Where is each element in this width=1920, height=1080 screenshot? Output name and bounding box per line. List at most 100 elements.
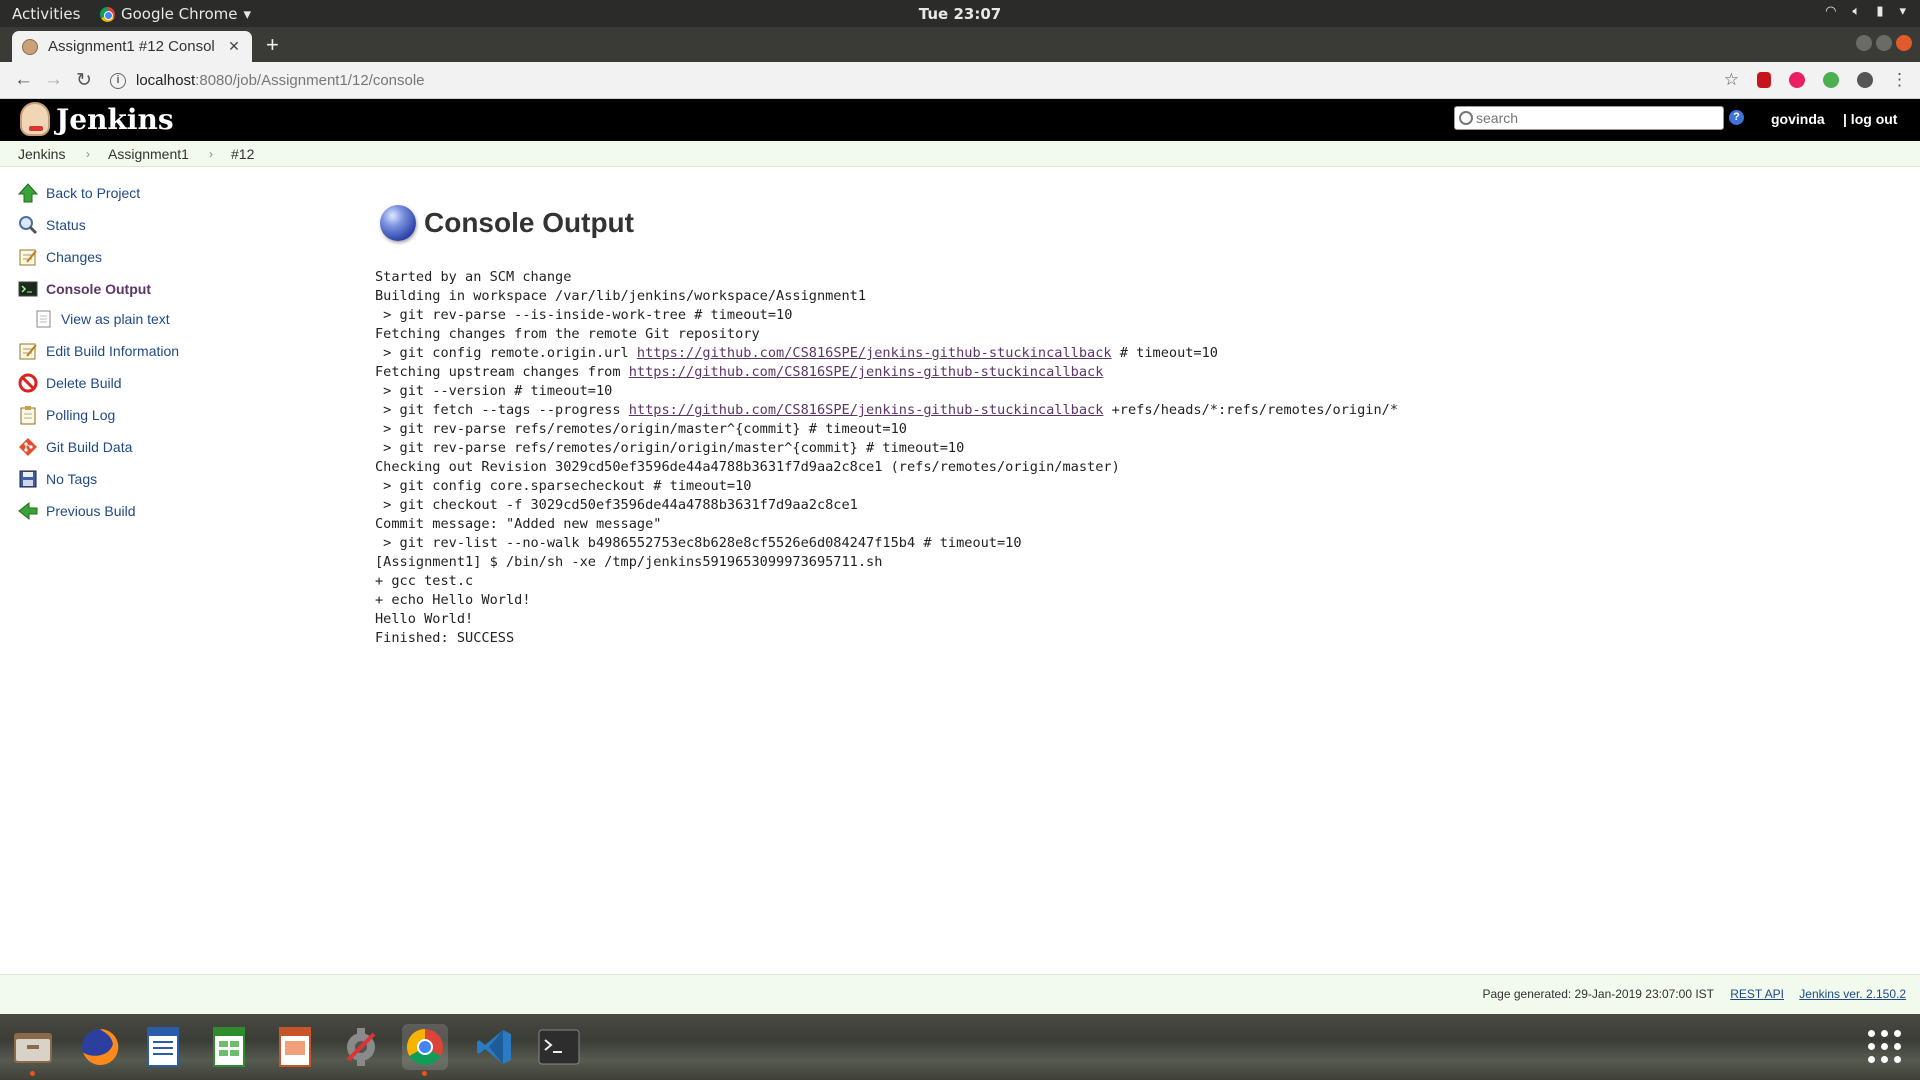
document-icon bbox=[33, 309, 53, 329]
jenkins-version-link[interactable]: Jenkins ver. 2.150.2 bbox=[1799, 987, 1906, 1001]
sidebar-item-view-plain-text[interactable]: View as plain text bbox=[33, 309, 170, 329]
system-tray[interactable]: ◠ 🔈︎ ▮ ▾ bbox=[1825, 4, 1906, 19]
back-icon[interactable]: ← bbox=[14, 69, 33, 91]
logout-link[interactable]: | log out bbox=[1843, 111, 1897, 127]
ublock-extension-icon[interactable] bbox=[1757, 72, 1771, 88]
jenkins-favicon-icon bbox=[22, 38, 38, 55]
terminal-icon[interactable] bbox=[536, 1024, 582, 1070]
up-arrow-icon bbox=[18, 183, 38, 203]
activities-button[interactable]: Activities bbox=[12, 5, 80, 23]
extension-icon[interactable] bbox=[1789, 72, 1805, 88]
git-icon bbox=[18, 437, 38, 457]
left-arrow-icon bbox=[18, 501, 38, 521]
jenkins-butler-icon bbox=[20, 102, 50, 136]
sidebar-item-label: Delete Build bbox=[46, 375, 122, 391]
sidebar-item-git-build-data[interactable]: Git Build Data bbox=[18, 437, 132, 457]
browser-menu-icon[interactable]: ⋮ bbox=[1891, 70, 1908, 90]
notepad-icon bbox=[18, 247, 38, 267]
search-input[interactable] bbox=[1476, 110, 1711, 126]
jenkins-logo[interactable]: Jenkins bbox=[20, 102, 174, 136]
console-line: Checking out Revision 3029cd50ef3596de44… bbox=[375, 459, 1120, 475]
sidebar-item-label: No Tags bbox=[46, 471, 98, 487]
rest-api-link[interactable]: REST API bbox=[1730, 987, 1784, 1001]
search-icon bbox=[1459, 111, 1473, 125]
breadcrumb-build[interactable]: #12 bbox=[231, 146, 254, 162]
username-link[interactable]: govinda bbox=[1771, 111, 1825, 127]
sidebar-item-edit-build-info[interactable]: Edit Build Information bbox=[18, 341, 179, 361]
help-icon[interactable]: ? bbox=[1729, 110, 1744, 125]
terminal-icon bbox=[18, 279, 38, 299]
console-line: > git rev-parse --is-inside-work-tree # … bbox=[375, 307, 793, 323]
sidebar-item-delete-build[interactable]: Delete Build bbox=[18, 373, 122, 393]
console-line: Fetching changes from the remote Git rep… bbox=[375, 326, 760, 342]
app-menu-label: Google Chrome bbox=[121, 5, 238, 23]
firefox-icon[interactable] bbox=[77, 1024, 123, 1070]
volume-icon: 🔈︎ bbox=[1852, 4, 1861, 19]
running-indicator bbox=[422, 1071, 427, 1076]
breadcrumb-jenkins[interactable]: Jenkins bbox=[18, 146, 65, 162]
page-title: Console Output bbox=[424, 207, 634, 238]
console-line: > git config core.sparsecheckout # timeo… bbox=[375, 478, 752, 494]
console-line: > git --version # timeout=10 bbox=[375, 383, 613, 399]
console-line: [Assignment1] $ /bin/sh -xe /tmp/jenkins… bbox=[375, 554, 883, 570]
console-line: > git fetch --tags --progress bbox=[375, 402, 629, 418]
file-manager-icon[interactable] bbox=[10, 1024, 56, 1076]
writer-icon[interactable] bbox=[140, 1024, 186, 1070]
console-line: Fetching upstream changes from bbox=[375, 364, 629, 380]
breadcrumb-assignment1[interactable]: Assignment1 bbox=[108, 146, 189, 162]
settings-icon[interactable] bbox=[338, 1024, 384, 1070]
sidebar-item-no-tags[interactable]: No Tags bbox=[18, 469, 97, 489]
sidebar-item-console-output[interactable]: Console Output bbox=[18, 279, 151, 299]
show-applications-icon[interactable] bbox=[1868, 1030, 1902, 1064]
sidebar-item-changes[interactable]: Changes bbox=[18, 247, 102, 267]
sidebar-item-previous-build[interactable]: Previous Build bbox=[18, 501, 136, 521]
dock bbox=[0, 1014, 1920, 1080]
repo-link[interactable]: https://github.com/CS816SPE/jenkins-gith… bbox=[629, 402, 1104, 418]
tab-strip: Assignment1 #12 Consol ✕ + bbox=[0, 27, 1920, 62]
sidebar-item-label: Edit Build Information bbox=[46, 343, 180, 359]
console-line: Hello World! bbox=[375, 611, 474, 627]
sidebar-item-label: Console Output bbox=[46, 281, 151, 297]
running-indicator bbox=[30, 1071, 35, 1076]
sidebar-item-back-to-project[interactable]: Back to Project bbox=[18, 183, 140, 203]
chrome-icon[interactable] bbox=[402, 1024, 448, 1076]
console-line: + echo Hello World! bbox=[375, 592, 531, 608]
console-line: Commit message: "Added new message" bbox=[375, 516, 662, 532]
repo-link[interactable]: https://github.com/CS816SPE/jenkins-gith… bbox=[629, 364, 1104, 380]
page-footer: Page generated: 29-Jan-2019 23:07:00 IST… bbox=[0, 974, 1920, 1014]
vscode-icon[interactable] bbox=[472, 1024, 518, 1070]
site-info-icon[interactable]: i bbox=[110, 72, 126, 89]
clock[interactable]: Tue 23:07 bbox=[0, 5, 1920, 23]
forward-icon[interactable]: → bbox=[44, 69, 63, 91]
search-box[interactable] bbox=[1454, 106, 1724, 130]
close-tab-icon[interactable]: ✕ bbox=[226, 38, 242, 55]
console-line: +refs/heads/*:refs/remotes/origin/* bbox=[1103, 402, 1399, 418]
maximize-icon[interactable] bbox=[1876, 35, 1892, 51]
sidebar-item-label: Previous Build bbox=[46, 503, 136, 519]
title-row: Console Output bbox=[380, 205, 634, 241]
bookmark-star-icon[interactable]: ☆ bbox=[1724, 70, 1739, 90]
browser-tab[interactable]: Assignment1 #12 Consol ✕ bbox=[12, 31, 252, 62]
console-line: > git rev-parse refs/remotes/origin/orig… bbox=[375, 440, 965, 456]
save-icon bbox=[18, 469, 38, 489]
sidebar-item-polling-log[interactable]: Polling Log bbox=[18, 405, 115, 425]
sidebar-item-label: Status bbox=[46, 217, 86, 233]
sidebar-item-status[interactable]: Status bbox=[18, 215, 86, 235]
window-controls bbox=[1856, 35, 1912, 51]
profile-avatar-icon[interactable] bbox=[1857, 72, 1873, 88]
console-line: > git rev-list --no-walk b4986552753ec8b… bbox=[375, 535, 1022, 551]
repo-link[interactable]: https://github.com/CS816SPE/jenkins-gith… bbox=[637, 345, 1112, 361]
minimize-icon[interactable] bbox=[1856, 35, 1872, 51]
reload-icon[interactable]: ↻ bbox=[76, 69, 92, 92]
impress-icon[interactable] bbox=[272, 1024, 318, 1070]
breadcrumb-separator-icon: › bbox=[86, 147, 90, 161]
extension-icon-2[interactable] bbox=[1823, 72, 1839, 88]
app-menu[interactable]: Google Chrome ▾ bbox=[100, 5, 251, 23]
address-bar[interactable]: i localhost:8080/job/Assignment1/12/cons… bbox=[110, 67, 1710, 94]
calc-icon[interactable] bbox=[206, 1024, 252, 1070]
chrome-icon bbox=[100, 6, 115, 22]
sidebar-item-label: View as plain text bbox=[61, 311, 170, 327]
close-window-icon[interactable] bbox=[1896, 35, 1912, 51]
toolbar-actions: ☆ ⋮ bbox=[1724, 70, 1908, 90]
new-tab-button[interactable]: + bbox=[266, 32, 279, 58]
